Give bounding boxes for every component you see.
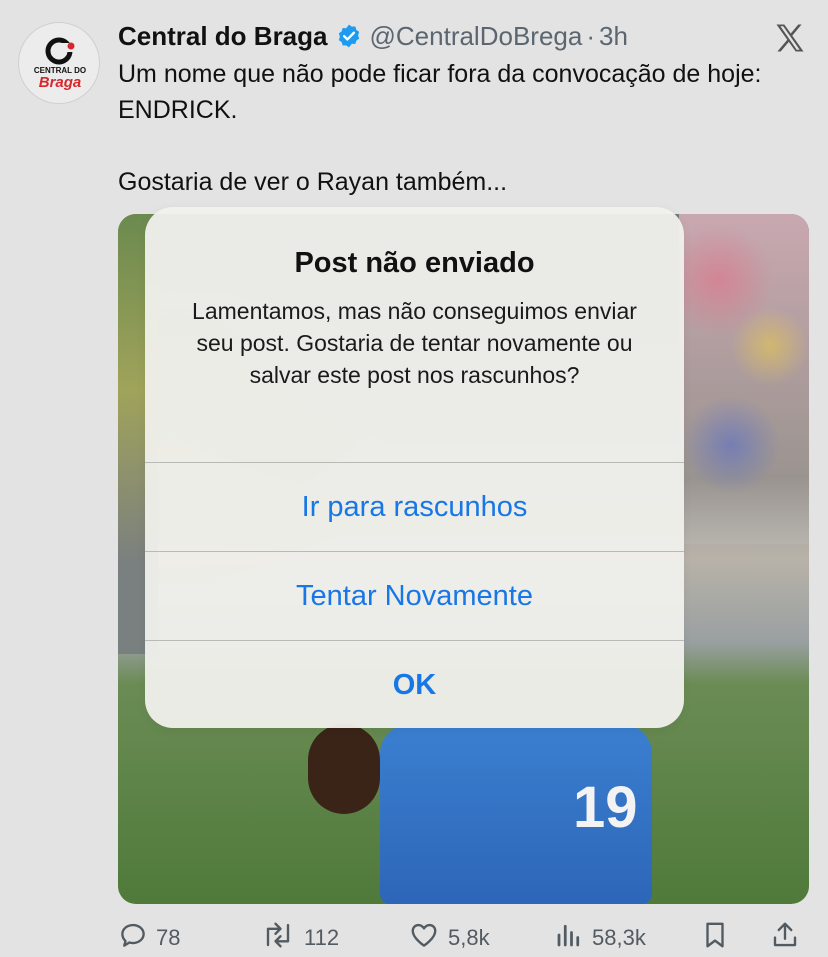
tweet-action-bar: 78 112 5,8k 58,3k <box>118 920 808 956</box>
reply-count: 78 <box>156 925 181 950</box>
dialog-title: Post não enviado <box>294 247 535 279</box>
x-logo-icon <box>772 20 808 56</box>
bookmark-button[interactable] <box>700 920 738 956</box>
retweet-count: 112 <box>304 925 340 950</box>
tweet-text-line: Um nome que não pode ficar fora da convo… <box>118 60 762 124</box>
bookmark-icon <box>700 920 738 956</box>
go-to-drafts-button[interactable]: Ir para rascunhos <box>145 462 684 551</box>
share-icon <box>770 920 808 956</box>
avatar[interactable]: CENTRAL DO Braga <box>18 22 100 104</box>
reply-button[interactable]: 78 <box>118 920 180 956</box>
views-count: 58,3k <box>592 925 646 950</box>
like-button[interactable]: 5,8k <box>408 920 490 956</box>
author-name[interactable]: Central do Braga <box>118 21 328 52</box>
views-button[interactable]: 58,3k <box>554 920 646 956</box>
like-icon <box>408 920 448 956</box>
meta-separator: · <box>586 20 595 51</box>
media-jersey-number: 19 <box>573 775 638 840</box>
author-handle[interactable]: @CentralDoBrega <box>370 21 583 52</box>
tweet-text-line: Gostaria de ver o Rayan também... <box>118 168 508 196</box>
verified-badge-icon <box>336 23 362 49</box>
retweet-button[interactable]: 112 <box>260 920 339 956</box>
reply-icon <box>118 920 156 956</box>
alert-dialog: Post não enviado Lamentamos, mas não con… <box>145 207 684 728</box>
tweet-header: Central do Braga @CentralDoBrega · 3h <box>118 18 628 54</box>
avatar-logo-brand: Braga <box>39 74 82 91</box>
retry-button[interactable]: Tentar Novamente <box>145 551 684 640</box>
dialog-message: Lamentamos, mas não conseguimos enviar s… <box>192 298 637 388</box>
like-count: 5,8k <box>448 925 490 950</box>
share-button[interactable] <box>770 920 808 956</box>
retweet-icon <box>260 920 304 956</box>
post-time[interactable]: 3h <box>599 21 628 52</box>
media-player-arm <box>308 724 380 814</box>
media-crowd-right <box>679 214 809 544</box>
ok-button[interactable]: OK <box>145 640 684 728</box>
views-icon <box>554 920 592 956</box>
tweet-text: Um nome que não pode ficar fora da convo… <box>118 56 798 200</box>
